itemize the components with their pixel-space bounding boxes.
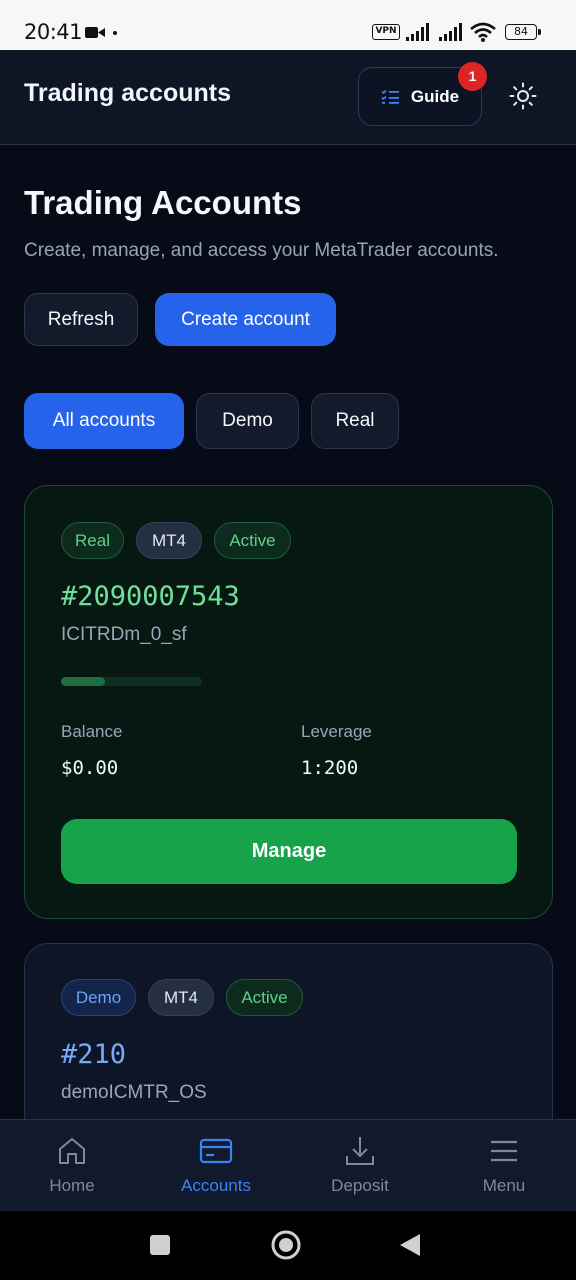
battery-indicator: 84 bbox=[505, 24, 541, 40]
nav-home-label: Home bbox=[49, 1176, 95, 1195]
status-badge: Active bbox=[214, 522, 291, 559]
signal-strength-icon bbox=[406, 23, 429, 41]
app-header: Trading accounts Guide 1 bbox=[0, 50, 576, 145]
guide-notification-badge: 1 bbox=[458, 62, 487, 91]
recent-apps-icon[interactable] bbox=[149, 1234, 171, 1256]
tab-all-accounts[interactable]: All accounts bbox=[24, 393, 184, 449]
create-account-button[interactable]: Create account bbox=[155, 293, 336, 346]
page-subtitle: Create, manage, and access your MetaTrad… bbox=[24, 240, 499, 261]
status-time: 20:41 bbox=[24, 20, 83, 44]
nav-menu-label: Menu bbox=[482, 1176, 526, 1195]
nav-accounts-label: Accounts bbox=[181, 1176, 251, 1195]
status-bar: 20:41 VPN 84 bbox=[0, 0, 576, 50]
leverage-label: Leverage bbox=[301, 722, 372, 741]
balance-value: $0.00 bbox=[61, 757, 119, 779]
page-title: Trading Accounts bbox=[24, 184, 302, 221]
nav-deposit[interactable]: Deposit bbox=[288, 1120, 432, 1212]
theme-toggle-sun-icon[interactable] bbox=[509, 82, 537, 110]
account-type-badge: Real bbox=[61, 522, 124, 559]
system-nav-bar bbox=[0, 1211, 576, 1280]
account-card: Real MT4 Active #2090007543 ICITRDm_0_sf… bbox=[24, 485, 553, 919]
leverage-value: 1:200 bbox=[301, 757, 359, 779]
status-badge: Active bbox=[226, 979, 303, 1016]
wifi-icon bbox=[470, 22, 496, 42]
tab-demo[interactable]: Demo bbox=[196, 393, 299, 449]
account-server: demoICMTR_OS bbox=[61, 1082, 207, 1103]
account-progress-fill bbox=[61, 677, 105, 686]
account-number: #210 bbox=[61, 1039, 127, 1070]
manage-button[interactable]: Manage bbox=[61, 819, 517, 884]
account-number: #2090007543 bbox=[61, 581, 240, 612]
home-system-icon[interactable] bbox=[270, 1229, 302, 1261]
download-icon bbox=[346, 1137, 374, 1165]
bottom-nav: Home Accounts Deposit Menu bbox=[0, 1119, 576, 1211]
guide-label: Guide bbox=[410, 86, 460, 106]
nav-menu[interactable]: Menu bbox=[432, 1120, 576, 1212]
vpn-indicator: VPN bbox=[372, 24, 400, 40]
signal-strength-icon-2 bbox=[439, 23, 462, 41]
account-progress-bar bbox=[61, 677, 202, 686]
tab-real[interactable]: Real bbox=[311, 393, 399, 449]
checklist-icon bbox=[381, 89, 399, 104]
header-title: Trading accounts bbox=[24, 79, 231, 107]
account-type-badge: Demo bbox=[61, 979, 136, 1016]
hamburger-menu-icon bbox=[491, 1140, 517, 1162]
notification-dot-icon bbox=[113, 31, 117, 35]
nav-deposit-label: Deposit bbox=[331, 1176, 389, 1195]
balance-label: Balance bbox=[61, 722, 123, 741]
nav-home[interactable]: Home bbox=[0, 1120, 144, 1212]
back-icon[interactable] bbox=[399, 1233, 421, 1257]
platform-badge: MT4 bbox=[148, 979, 214, 1016]
platform-badge: MT4 bbox=[136, 522, 202, 559]
credit-card-icon bbox=[199, 1138, 233, 1164]
refresh-button[interactable]: Refresh bbox=[24, 293, 138, 346]
video-camera-icon bbox=[85, 27, 105, 38]
account-server: ICITRDm_0_sf bbox=[61, 624, 187, 645]
home-icon bbox=[59, 1138, 85, 1164]
nav-accounts[interactable]: Accounts bbox=[144, 1120, 288, 1212]
